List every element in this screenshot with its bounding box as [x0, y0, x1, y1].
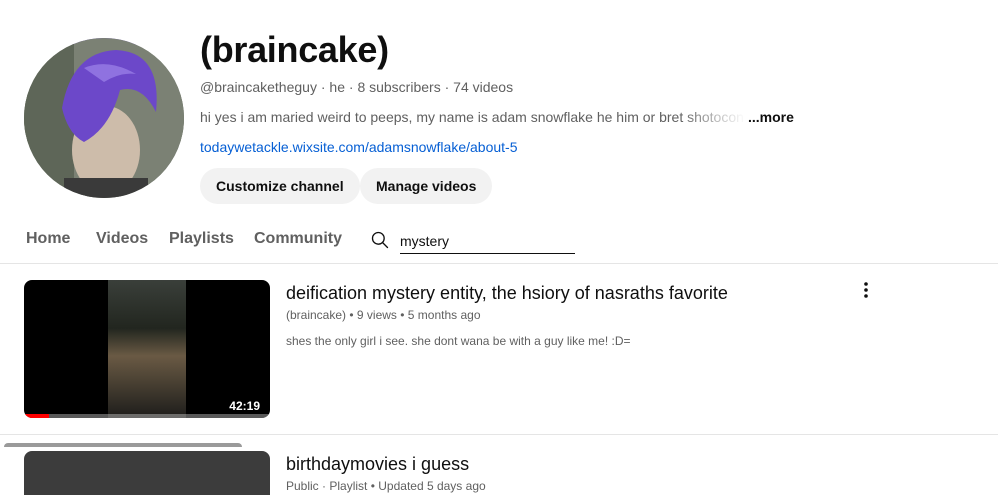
- more-link[interactable]: ...more: [748, 109, 794, 125]
- watch-progress-fill: [24, 414, 49, 418]
- video-views: 9 views: [356, 308, 397, 322]
- search-icon[interactable]: [370, 230, 390, 250]
- subscriber-count: 8 subscribers: [357, 79, 441, 95]
- thumbnail-image: [108, 280, 186, 418]
- video-count: 74 videos: [453, 79, 514, 95]
- playlist-kind: Playlist: [329, 479, 368, 493]
- playlist-meta: Public · Playlist • Updated 5 days ago: [286, 479, 486, 493]
- channel-handle: @braincaketheguy: [200, 79, 317, 95]
- video-meta: (braincake) • 9 views • 5 months ago: [286, 308, 481, 322]
- video-thumbnail[interactable]: 42:19: [24, 280, 270, 418]
- playlist-visibility: Public: [286, 479, 319, 493]
- playlist-stack-decoration: [4, 443, 242, 447]
- channel-tabs: Home Videos Playlists Community: [0, 222, 998, 264]
- more-actions-icon[interactable]: [856, 280, 876, 300]
- tab-videos[interactable]: Videos: [96, 230, 148, 248]
- playlist-result: birthdaymovies i guess Public · Playlist…: [0, 443, 998, 495]
- video-title[interactable]: deification mystery entity, the hsiory o…: [286, 280, 728, 306]
- video-duration: 42:19: [225, 398, 264, 414]
- channel-search-input[interactable]: [400, 228, 575, 254]
- playlist-title[interactable]: birthdaymovies i guess: [286, 451, 469, 477]
- tab-community[interactable]: Community: [254, 230, 342, 248]
- video-description: shes the only girl i see. she dont wana …: [286, 334, 631, 348]
- tab-home[interactable]: Home: [26, 230, 70, 248]
- channel-external-link[interactable]: todaywetackle.wixsite.com/adamsnowflake/…: [200, 137, 518, 157]
- video-result: 42:19 deification mystery entity, the hs…: [0, 280, 998, 435]
- channel-name: (braincake): [200, 29, 389, 70]
- video-channel[interactable]: (braincake): [286, 308, 346, 322]
- customize-channel-button[interactable]: Customize channel: [200, 168, 360, 204]
- channel-description-text: hi yes i am maried weird to peeps, my na…: [200, 109, 745, 125]
- manage-videos-button[interactable]: Manage videos: [360, 168, 493, 204]
- watch-progress-bar: [24, 414, 270, 418]
- video-age: 5 months ago: [407, 308, 481, 322]
- playlist-thumbnail[interactable]: [24, 451, 270, 495]
- playlist-updated: Updated 5 days ago: [378, 479, 486, 493]
- tab-playlists[interactable]: Playlists: [169, 230, 234, 248]
- channel-meta: @braincaketheguy · he · 8 subscribers · …: [200, 79, 514, 95]
- channel-pronouns: he: [329, 79, 345, 95]
- channel-description[interactable]: hi yes i am maried weird to peeps, my na…: [200, 107, 800, 127]
- avatar-image: [24, 38, 184, 198]
- channel-avatar[interactable]: [24, 38, 184, 198]
